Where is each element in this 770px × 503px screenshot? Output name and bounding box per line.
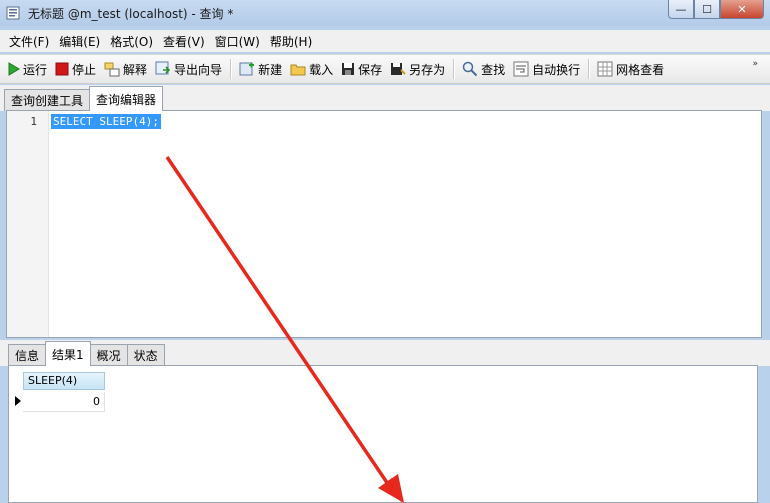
export-wizard-label: 导出向导	[174, 62, 223, 77]
export-icon	[155, 61, 171, 75]
grid-view-button[interactable]: 网格查看	[593, 57, 668, 81]
save-button[interactable]: 保存	[337, 57, 386, 81]
row-pointer-icon	[15, 396, 21, 406]
tab-info[interactable]: 信息	[8, 344, 47, 366]
toolbar: 运行 停止 解释 导出向导 新建 载入 保存 另存为 查找 自动换行 网格查看	[0, 54, 770, 84]
run-button[interactable]: 运行	[4, 57, 51, 81]
export-wizard-button[interactable]: 导出向导	[151, 57, 226, 81]
grid-view-label: 网格查看	[616, 62, 665, 77]
window-controls: — ☐ ✕	[668, 0, 764, 19]
explain-label: 解释	[123, 62, 148, 77]
stop-icon	[55, 62, 69, 76]
result-tab-strip: 信息 结果1 概况 状态	[0, 340, 770, 366]
menu-format[interactable]: 格式(O)	[105, 33, 158, 50]
title-bar: 无标题 @m_test (localhost) - 查询 * — ☐ ✕	[0, 0, 770, 26]
result-grid: SLEEP(4) 0	[8, 365, 758, 503]
selected-code-line[interactable]: SELECT SLEEP(4);	[51, 114, 161, 129]
find-button[interactable]: 查找	[458, 57, 509, 81]
save-as-icon	[391, 63, 406, 75]
run-label: 运行	[23, 62, 48, 77]
folder-icon	[290, 64, 306, 76]
tab-query-builder[interactable]: 查询创建工具	[4, 89, 91, 111]
menu-bar: 文件(F) 编辑(E) 格式(O) 查看(V) 窗口(W) 帮助(H)	[0, 30, 770, 52]
tab-status[interactable]: 状态	[126, 344, 165, 366]
tab-profile[interactable]: 概况	[89, 344, 128, 366]
toolbar-separator	[453, 59, 455, 79]
window-title: 无标题 @m_test (localhost) - 查询 *	[28, 6, 234, 21]
find-label: 查找	[481, 62, 506, 77]
word-wrap-icon	[513, 61, 529, 77]
close-button[interactable]: ✕	[720, 0, 764, 19]
line-number-gutter: 1	[7, 111, 49, 337]
editor-tab-strip: 查询创建工具 查询编辑器	[0, 85, 770, 111]
tab-query-editor[interactable]: 查询编辑器	[89, 86, 164, 111]
save-as-button[interactable]: 另存为	[386, 57, 449, 81]
line-number: 1	[30, 115, 37, 128]
toolbar-overflow-icon[interactable]: »	[752, 59, 758, 69]
word-wrap-label: 自动换行	[532, 62, 581, 77]
sql-editor[interactable]: 1 SELECT SLEEP(4);	[6, 110, 762, 338]
load-label: 载入	[309, 62, 334, 77]
explain-button[interactable]: 解释	[100, 57, 151, 81]
menu-help[interactable]: 帮助(H)	[265, 33, 317, 50]
stop-label: 停止	[72, 62, 97, 77]
app-icon	[6, 5, 22, 21]
save-label: 保存	[358, 62, 383, 77]
toolbar-separator	[588, 59, 590, 79]
grid-icon	[597, 61, 613, 77]
load-button[interactable]: 载入	[286, 57, 337, 81]
stop-button[interactable]: 停止	[51, 57, 100, 81]
save-icon	[342, 63, 355, 75]
menu-edit[interactable]: 编辑(E)	[54, 33, 105, 50]
column-header[interactable]: SLEEP(4)	[23, 372, 105, 390]
new-label: 新建	[258, 62, 283, 77]
new-icon	[239, 62, 255, 76]
search-icon	[462, 61, 478, 77]
play-icon	[8, 62, 20, 76]
minimize-button[interactable]: —	[668, 0, 694, 19]
word-wrap-button[interactable]: 自动换行	[509, 57, 584, 81]
new-button[interactable]: 新建	[235, 57, 286, 81]
menu-window[interactable]: 窗口(W)	[210, 33, 265, 50]
table-cell[interactable]: 0	[23, 392, 105, 412]
toolbar-separator	[230, 59, 232, 79]
tab-result1[interactable]: 结果1	[45, 341, 91, 366]
menu-view[interactable]: 查看(V)	[158, 33, 210, 50]
save-as-label: 另存为	[409, 62, 446, 77]
explain-icon	[104, 62, 120, 77]
maximize-button[interactable]: ☐	[694, 0, 720, 19]
menu-file[interactable]: 文件(F)	[4, 33, 54, 50]
